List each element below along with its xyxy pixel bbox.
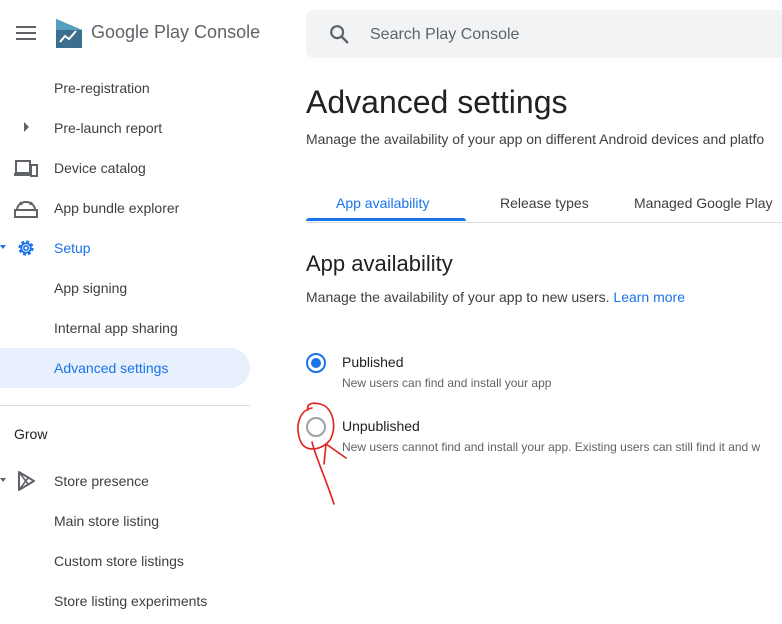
play-store-icon: [18, 471, 35, 491]
sidebar-item-device-catalog[interactable]: Device catalog: [0, 148, 250, 188]
unpublished-label[interactable]: Unpublished: [342, 418, 420, 434]
sidebar-item-label: Internal app sharing: [54, 320, 178, 336]
section-description: Manage the availability of your app to n…: [306, 289, 685, 305]
learn-more-link[interactable]: Learn more: [613, 289, 685, 305]
tab-release-types[interactable]: Release types: [500, 195, 589, 211]
sidebar-item-label: Advanced settings: [54, 360, 169, 376]
sidebar-item-pre-registration[interactable]: Pre-registration: [0, 68, 250, 108]
published-label[interactable]: Published: [342, 354, 404, 370]
tabs-divider: [306, 222, 782, 223]
tab-managed-google-play[interactable]: Managed Google Play: [634, 195, 773, 211]
sidebar-item-app-bundle-explorer[interactable]: App bundle explorer: [0, 188, 250, 228]
sidebar-item-label: Pre-registration: [54, 80, 150, 96]
sidebar-item-internal-app-sharing[interactable]: Internal app sharing: [0, 308, 250, 348]
sidebar-item-label: Store listing experiments: [54, 593, 208, 609]
search-bar[interactable]: [306, 10, 782, 58]
sidebar-item-advanced-settings[interactable]: Advanced settings: [0, 348, 250, 388]
play-console-logo-icon: [56, 19, 82, 48]
section-description-text: Manage the availability of your app to n…: [306, 289, 610, 305]
sidebar-item-custom-store-listings[interactable]: Custom store listings: [0, 541, 250, 581]
gear-icon: [18, 240, 34, 256]
sidebar-item-label: App signing: [54, 280, 128, 296]
sidebar-item-label: App bundle explorer: [54, 200, 180, 216]
active-tab-indicator: [306, 218, 466, 221]
tab-app-availability[interactable]: App availability: [336, 195, 429, 211]
unpublished-radio[interactable]: [306, 417, 326, 437]
hamburger-menu-icon[interactable]: [16, 26, 36, 40]
page-description: Manage the availability of your app on d…: [306, 131, 765, 147]
search-input[interactable]: [368, 22, 772, 48]
sidebar-section-grow: Grow: [14, 426, 48, 442]
collapse-caret-icon[interactable]: [0, 245, 6, 249]
sidebar-item-store-presence[interactable]: Store presence: [0, 461, 250, 501]
sidebar-item-store-listing-experiments[interactable]: Store listing experiments: [0, 581, 250, 621]
expand-caret-icon[interactable]: [24, 122, 29, 132]
sidebar-item-setup[interactable]: Setup: [0, 228, 250, 268]
sidebar-item-label: Pre-launch report: [54, 120, 163, 136]
sidebar-item-label: Main store listing: [54, 513, 160, 529]
page-title: Advanced settings: [306, 84, 568, 120]
android-bundle-icon: [14, 201, 38, 218]
devices-icon: [14, 160, 38, 177]
section-title: App availability: [306, 251, 453, 276]
sidebar-divider: [0, 405, 250, 406]
sidebar-item-label: Custom store listings: [54, 553, 184, 569]
sidebar-item-label: Store presence: [54, 473, 149, 489]
sidebar-item-main-store-listing[interactable]: Main store listing: [0, 501, 250, 541]
search-icon: [330, 25, 349, 44]
sidebar-item-label: Device catalog: [54, 160, 146, 176]
sidebar-item-app-signing[interactable]: App signing: [0, 268, 250, 308]
collapse-caret-icon[interactable]: [0, 478, 6, 482]
published-radio[interactable]: [306, 353, 326, 373]
published-description: New users can find and install your app: [342, 376, 552, 390]
unpublished-description: New users cannot find and install your a…: [342, 440, 761, 454]
sidebar-item-label: Setup: [54, 240, 91, 256]
app-name: Google Play Console: [91, 22, 261, 42]
sidebar-item-pre-launch-report[interactable]: Pre-launch report: [0, 108, 250, 148]
